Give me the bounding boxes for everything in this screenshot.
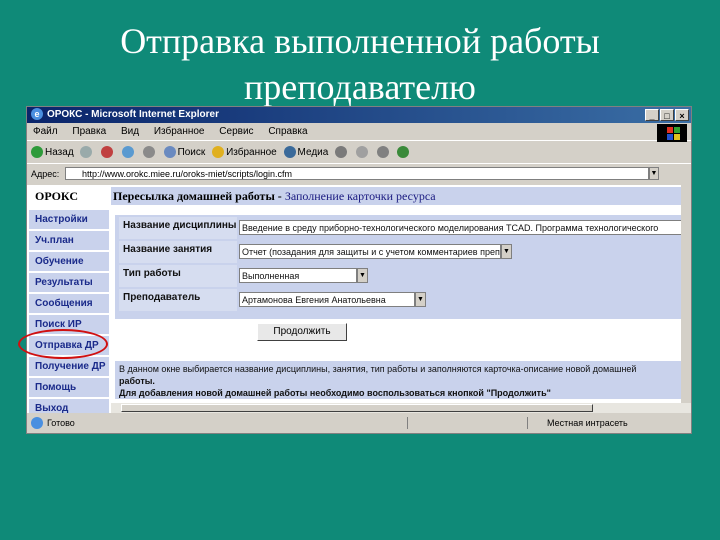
work-type-label: Тип работы	[119, 265, 237, 287]
page-header-bold: Пересылка домашней работы -	[113, 189, 282, 203]
sidebar-header: ОРОКС	[29, 187, 109, 205]
menu-tools[interactable]: Сервис	[219, 126, 253, 137]
back-button[interactable]: Назад	[31, 143, 74, 163]
sidebar-item-study-plan[interactable]: Уч.план	[29, 230, 109, 250]
form-row-discipline: Название дисциплины Введение в среду при…	[119, 217, 691, 239]
window-titlebar: e ОРОКС - Microsoft Internet Explorer _ □ ×	[27, 107, 691, 123]
vertical-scrollbar[interactable]	[681, 185, 691, 403]
sidebar-item-help[interactable]: Помощь	[29, 377, 109, 397]
slide-title: Отправка выполненной работы преподавател…	[0, 18, 720, 110]
sidebar-item-exit[interactable]: Выход	[29, 398, 109, 413]
close-button[interactable]: ×	[675, 109, 689, 121]
print-button[interactable]	[376, 143, 391, 163]
refresh-button[interactable]	[122, 143, 136, 163]
sidebar-item-receive-homework[interactable]: Получение ДР	[29, 356, 109, 376]
page-header-subtitle: Заполнение карточки ресурса	[284, 189, 436, 203]
form-row-work-type: Тип работы Выполненная ▼	[119, 265, 691, 287]
edit-icon	[397, 146, 410, 159]
address-dropdown-button[interactable]: ▼	[649, 167, 659, 180]
sidebar-item-settings[interactable]: Настройки	[29, 209, 109, 229]
home-button[interactable]	[142, 143, 157, 163]
toolbar: Назад Поиск Избранное Медиа	[27, 143, 691, 164]
history-button[interactable]	[335, 143, 349, 163]
teacher-select[interactable]: Артамонова Евгения Анатольевна	[239, 292, 415, 307]
menu-favorites[interactable]: Избранное	[154, 126, 205, 137]
address-bar: Адрес: http://www.orokc.miee.ru/oroks-mi…	[27, 165, 691, 183]
resource-card-form: Название дисциплины Введение в среду при…	[115, 215, 691, 319]
scrollbar-thumb[interactable]	[121, 404, 593, 412]
search-button[interactable]: Поиск	[163, 143, 205, 163]
discipline-label: Название дисциплины	[119, 217, 237, 239]
main-panel: Пересылка домашней работы - Заполнение к…	[111, 185, 691, 413]
form-row-lesson: Название занятия Отчет (позадания для за…	[119, 241, 691, 263]
help-text: В данном окне выбирается название дисцип…	[115, 361, 691, 399]
mail-icon	[355, 146, 368, 159]
continue-button[interactable]: Продолжить	[257, 323, 347, 341]
help-line-3: Для добавления новой домашней работы нео…	[119, 388, 551, 398]
status-divider	[407, 417, 408, 429]
help-line-2: работы.	[119, 376, 155, 386]
refresh-icon	[122, 146, 134, 159]
menu-edit[interactable]: Правка	[72, 126, 106, 137]
address-label: Адрес:	[31, 169, 60, 179]
page-status-icon	[31, 417, 43, 429]
media-button[interactable]: Медиа	[283, 143, 328, 163]
browser-window: e ОРОКС - Microsoft Internet Explorer _ □ ×…	[26, 106, 692, 434]
discipline-select[interactable]: Введение в среду приборно-технологическо…	[239, 220, 691, 235]
edit-button[interactable]	[397, 143, 411, 163]
status-text: Готово	[47, 418, 75, 428]
menu-file[interactable]: Файл	[33, 126, 58, 137]
maximize-button[interactable]: □	[660, 109, 674, 121]
forward-arrow-icon	[80, 146, 93, 159]
search-icon	[163, 146, 176, 159]
form-row-teacher: Преподаватель Артамонова Евгения Анатоль…	[119, 289, 691, 311]
help-line-1: В данном окне выбирается название дисцип…	[119, 364, 637, 374]
forward-button[interactable]	[80, 143, 94, 163]
lesson-select[interactable]: Отчет (позадания для защиты и с учетом к…	[239, 244, 501, 259]
lesson-label: Название занятия	[119, 241, 237, 263]
stop-icon	[101, 146, 114, 159]
security-zone-text: Местная интрасеть	[547, 418, 628, 428]
page-header: Пересылка домашней работы - Заполнение к…	[111, 187, 691, 205]
home-icon	[142, 146, 155, 159]
print-icon	[376, 146, 389, 159]
sidebar-item-messages[interactable]: Сообщения	[29, 293, 109, 313]
stop-button[interactable]	[101, 143, 115, 163]
teacher-dropdown-arrow-icon[interactable]: ▼	[415, 292, 426, 307]
menu-help[interactable]: Справка	[268, 126, 307, 137]
sidebar-item-results[interactable]: Результаты	[29, 272, 109, 292]
window-title: ОРОКС - Microsoft Internet Explorer	[47, 109, 219, 120]
media-icon	[283, 146, 296, 159]
menu-bar: Файл Правка Вид Избранное Сервис Справка	[27, 124, 691, 141]
history-icon	[335, 146, 348, 159]
ie-logo-icon: e	[31, 108, 43, 121]
page-content: ОРОКС Настройки Уч.план Обучение Результ…	[27, 185, 691, 413]
slide-title-line2: преподавателю	[244, 67, 476, 107]
windows-logo-icon	[657, 124, 687, 142]
horizontal-scrollbar[interactable]	[111, 403, 691, 413]
back-arrow-icon	[31, 146, 43, 159]
address-input[interactable]: http://www.orokc.miee.ru/oroks-miet/scri…	[65, 167, 649, 180]
slide-title-line1: Отправка выполненной работы	[120, 21, 600, 61]
mail-button[interactable]	[355, 143, 370, 163]
sidebar: ОРОКС Настройки Уч.план Обучение Результ…	[29, 185, 109, 413]
teacher-label: Преподаватель	[119, 289, 237, 311]
status-bar: Готово Местная интрасеть	[27, 415, 691, 431]
highlight-circle	[18, 329, 108, 359]
lesson-dropdown-arrow-icon[interactable]: ▼	[501, 244, 512, 259]
favorites-button[interactable]: Избранное	[212, 143, 277, 163]
menu-view[interactable]: Вид	[121, 126, 139, 137]
work-type-dropdown-arrow-icon[interactable]: ▼	[357, 268, 368, 283]
status-divider	[527, 417, 528, 429]
work-type-select[interactable]: Выполненная	[239, 268, 357, 283]
favorites-star-icon	[212, 146, 225, 159]
minimize-button[interactable]: _	[645, 109, 659, 121]
sidebar-item-learning[interactable]: Обучение	[29, 251, 109, 271]
